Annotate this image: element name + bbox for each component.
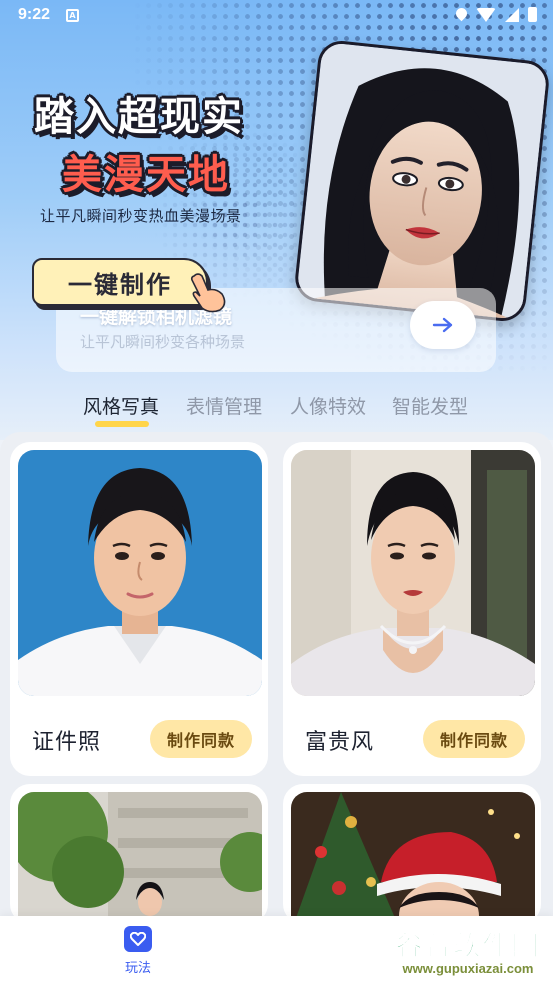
next-arrow-button[interactable] [410,301,476,349]
template-photo [291,792,535,924]
template-name: 富贵风 [305,730,375,755]
template-photo [291,450,535,696]
tab-style-photo[interactable]: 风格写真 [83,392,159,419]
wifi-icon [476,7,496,22]
make-same-button[interactable]: 制作同款 [423,720,525,758]
template-card[interactable]: 富贵风 制作同款 [283,442,541,776]
nav-item-play[interactable]: 玩法 [118,926,158,976]
template-grid: 证件照 制作同款 富贵风 制作同款 [0,432,553,924]
template-card[interactable] [283,784,541,924]
comic-portrait-image [292,38,552,324]
hero-headline-accent: 美漫天地 [62,152,230,198]
tab-smart-hairstyle[interactable]: 智能发型 [392,392,468,419]
watermark-logo: 谷普软件园 [395,931,541,963]
template-card[interactable] [10,784,268,924]
tab-portrait-effects[interactable]: 人像特效 [290,392,366,419]
template-card[interactable]: 证件照 制作同款 [10,442,268,776]
arrow-right-icon [432,317,453,333]
pointing-hand-icon [190,273,226,313]
watermark: 谷普软件园 www.gupuxiazai.com [384,924,552,980]
hero-headline: 踏入超现实 [34,94,244,140]
notification-icon: A [66,9,79,22]
tab-indicator [95,421,149,427]
watermark-url: www.gupuxiazai.com [402,961,534,976]
template-photo [18,792,262,924]
status-bar: 9:22 A [0,0,553,32]
nav-label: 玩法 [124,961,151,976]
heart-icon [124,926,152,952]
signal-icon [505,7,519,22]
hero-subtitle: 让平凡瞬间秒变热血美漫场景 [40,207,242,225]
feature-desc: 让平凡瞬间秒变各种场景 [80,333,246,351]
status-time: 9:22 [18,6,51,23]
template-name: 证件照 [32,730,102,755]
battery-icon [528,7,537,22]
category-tabs: 风格写真 表情管理 人像特效 智能发型 [0,384,553,434]
make-same-button[interactable]: 制作同款 [150,720,252,758]
hero-banner[interactable]: 9:22 A 踏入超现实 美漫天地 让平凡瞬间秒变热血美漫场景 一键解锁相机滤镜… [0,0,553,440]
template-photo [18,450,262,696]
one-key-make-button[interactable]: 一键制作 [32,258,208,306]
tab-expression[interactable]: 表情管理 [186,392,262,419]
location-icon [456,8,467,22]
